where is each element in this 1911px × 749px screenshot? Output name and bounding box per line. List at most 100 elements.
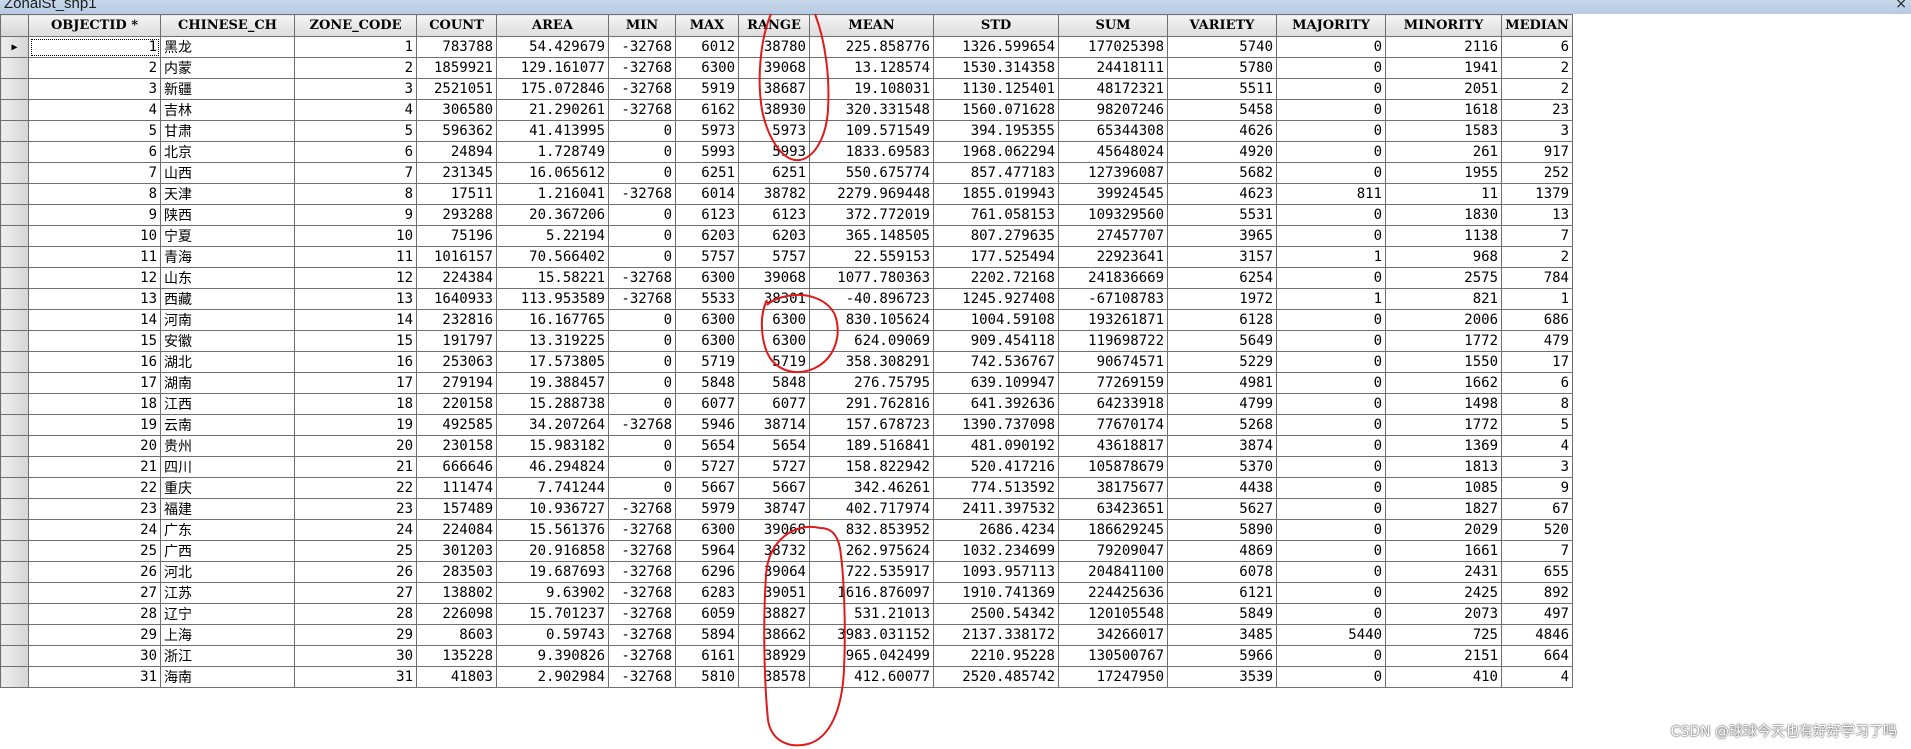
table-cell[interactable]: 6059 xyxy=(675,603,739,625)
table-cell[interactable]: 965.042499 xyxy=(809,645,934,667)
table-cell[interactable]: 5667 xyxy=(675,477,739,499)
table-cell[interactable]: 0 xyxy=(1276,330,1386,352)
table-cell[interactable]: 230158 xyxy=(416,435,497,457)
table-cell[interactable]: 2210.95228 xyxy=(933,645,1059,667)
table-cell[interactable]: 77670174 xyxy=(1058,414,1168,436)
table-cell[interactable]: 2151 xyxy=(1385,645,1502,667)
table-cell[interactable]: 27457707 xyxy=(1058,225,1168,247)
table-cell[interactable]: 6254 xyxy=(1167,267,1277,289)
table-cell[interactable]: 5531 xyxy=(1167,204,1277,226)
table-cell[interactable]: 5973 xyxy=(675,120,739,142)
table-cell[interactable]: 8 xyxy=(28,183,161,205)
table-cell[interactable]: 6121 xyxy=(1167,582,1277,604)
table-cell[interactable]: 23 xyxy=(294,498,417,520)
table-cell[interactable]: 109329560 xyxy=(1058,204,1168,226)
table-cell[interactable]: 2116 xyxy=(1385,36,1502,58)
table-cell[interactable]: 1379 xyxy=(1501,183,1573,205)
attribute-table[interactable]: OBJECTID * CHINESE_CH ZONE_CODE COUNT AR… xyxy=(0,14,1911,749)
table-cell[interactable]: 31 xyxy=(294,666,417,688)
table-cell[interactable]: 1550 xyxy=(1385,351,1502,373)
table-cell[interactable]: 河南 xyxy=(160,309,295,331)
table-cell[interactable]: 5757 xyxy=(675,246,739,268)
table-cell[interactable]: 辽宁 xyxy=(160,603,295,625)
table-cell[interactable]: 38175677 xyxy=(1058,477,1168,499)
table-row[interactable]: 7 山西 7 231345 16.065612 0 6251 6251 550.675774 85… xyxy=(0,162,1573,184)
table-cell[interactable]: 2431 xyxy=(1385,561,1502,583)
table-cell[interactable]: 7 xyxy=(1501,225,1573,247)
window-titlebar[interactable]: ZonalSt_shp1 × xyxy=(0,0,1911,14)
row-selector[interactable]: ▶ xyxy=(0,36,29,58)
table-cell[interactable]: 10 xyxy=(294,225,417,247)
table-cell[interactable]: 39064 xyxy=(738,561,810,583)
table-cell[interactable]: 内蒙 xyxy=(160,57,295,79)
table-cell[interactable]: 2521051 xyxy=(416,78,497,100)
table-cell[interactable]: 12 xyxy=(294,267,417,289)
table-cell[interactable]: 30 xyxy=(28,645,161,667)
table-cell[interactable]: 38780 xyxy=(738,36,810,58)
table-cell[interactable]: 1530.314358 xyxy=(933,57,1059,79)
table-cell[interactable]: 16.167765 xyxy=(496,309,609,331)
table-cell[interactable]: 1390.737098 xyxy=(933,414,1059,436)
table-cell[interactable]: 12 xyxy=(28,267,161,289)
table-cell[interactable]: 38930 xyxy=(738,99,810,121)
table-cell[interactable]: 5649 xyxy=(1167,330,1277,352)
table-cell[interactable]: 253063 xyxy=(416,351,497,373)
table-cell[interactable]: 2 xyxy=(294,57,417,79)
table-cell[interactable]: 38662 xyxy=(738,624,810,646)
table-cell[interactable]: 13.319225 xyxy=(496,330,609,352)
table-cell[interactable]: 0 xyxy=(608,141,676,163)
table-cell[interactable]: 13 xyxy=(1501,204,1573,226)
table-cell[interactable]: 7 xyxy=(294,162,417,184)
table-cell[interactable]: 5654 xyxy=(738,435,810,457)
table-cell[interactable]: 20.367206 xyxy=(496,204,609,226)
table-cell[interactable]: 5268 xyxy=(1167,414,1277,436)
table-cell[interactable]: 4799 xyxy=(1167,393,1277,415)
table-cell[interactable]: 761.058153 xyxy=(933,204,1059,226)
table-cell[interactable]: 0.59743 xyxy=(496,624,609,646)
table-cell[interactable]: 5946 xyxy=(675,414,739,436)
table-cell[interactable]: 福建 xyxy=(160,498,295,520)
table-cell[interactable]: 5727 xyxy=(675,456,739,478)
table-cell[interactable]: -32768 xyxy=(608,183,676,205)
table-cell[interactable]: 186629245 xyxy=(1058,519,1168,541)
table-cell[interactable]: 394.195355 xyxy=(933,120,1059,142)
table-cell[interactable]: 0 xyxy=(1276,645,1386,667)
table-cell[interactable]: 262.975624 xyxy=(809,540,934,562)
table-cell[interactable]: 1.728749 xyxy=(496,141,609,163)
table-cell[interactable]: 22.559153 xyxy=(809,246,934,268)
table-cell[interactable]: 3539 xyxy=(1167,666,1277,688)
table-cell[interactable]: 四川 xyxy=(160,456,295,478)
table-cell[interactable]: 624.09069 xyxy=(809,330,934,352)
table-cell[interactable]: 811 xyxy=(1276,183,1386,205)
table-cell[interactable]: 596362 xyxy=(416,120,497,142)
table-cell[interactable]: 0 xyxy=(1276,582,1386,604)
table-cell[interactable]: 27 xyxy=(294,582,417,604)
table-cell[interactable]: 109.571549 xyxy=(809,120,934,142)
table-cell[interactable]: 6300 xyxy=(738,309,810,331)
table-cell[interactable]: 11 xyxy=(1385,183,1502,205)
table-cell[interactable]: 1130.125401 xyxy=(933,78,1059,100)
table-cell[interactable]: 4626 xyxy=(1167,120,1277,142)
table-cell[interactable]: 231345 xyxy=(416,162,497,184)
table-cell[interactable]: 0 xyxy=(1276,267,1386,289)
table-cell[interactable]: 0 xyxy=(608,435,676,457)
table-cell[interactable]: 1583 xyxy=(1385,120,1502,142)
table-cell[interactable]: 664 xyxy=(1501,645,1573,667)
table-cell[interactable]: 15 xyxy=(28,330,161,352)
table-cell[interactable]: 0 xyxy=(608,204,676,226)
table-cell[interactable]: 6 xyxy=(28,141,161,163)
table-cell[interactable]: 241836669 xyxy=(1058,267,1168,289)
table-cell[interactable]: 5511 xyxy=(1167,78,1277,100)
table-cell[interactable]: 65344308 xyxy=(1058,120,1168,142)
table-cell[interactable]: 291.762816 xyxy=(809,393,934,415)
table-cell[interactable]: 412.60077 xyxy=(809,666,934,688)
table-cell[interactable]: 31 xyxy=(28,666,161,688)
table-cell[interactable]: 23 xyxy=(28,498,161,520)
table-cell[interactable]: 39051 xyxy=(738,582,810,604)
table-cell[interactable]: 481.090192 xyxy=(933,435,1059,457)
table-cell[interactable]: 4920 xyxy=(1167,141,1277,163)
table-cell[interactable]: 189.516841 xyxy=(809,435,934,457)
table-cell[interactable]: 5.22194 xyxy=(496,225,609,247)
table-cell[interactable]: 2 xyxy=(1501,246,1573,268)
table-cell[interactable]: 天津 xyxy=(160,183,295,205)
